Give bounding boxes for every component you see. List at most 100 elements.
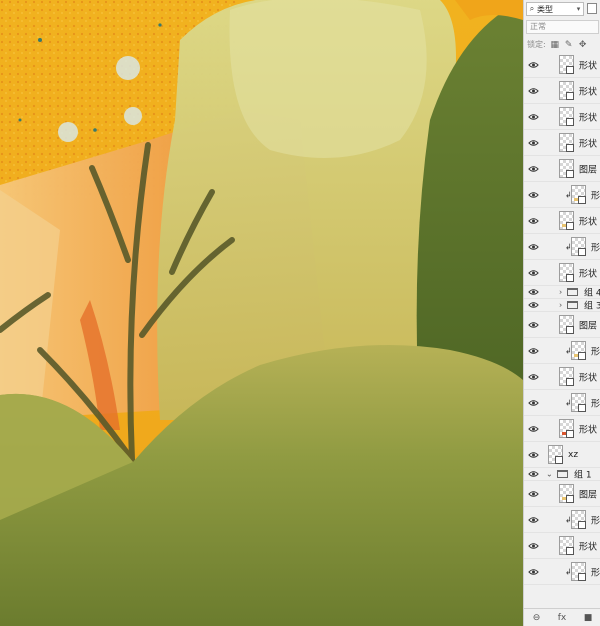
visibility-eye-icon[interactable]	[528, 165, 539, 173]
layer-name[interactable]: 形	[591, 396, 600, 409]
visibility-eye-icon[interactable]	[528, 373, 539, 381]
layer-thumbnail	[559, 211, 574, 230]
layer-name[interactable]: 形状	[579, 136, 597, 149]
layers-list[interactable]: 形状 形状 形状 形状 图层 ↲ 形形状 ↲ 形形状 › 组 4 › 组 3 图层 ↲ 形形状 ↲ 形形状 xz ⌄ 组…	[524, 52, 600, 609]
layer-mask-link-icon	[566, 170, 574, 178]
visibility-eye-icon[interactable]	[528, 451, 539, 459]
layer-row[interactable]: 形状	[524, 130, 600, 156]
layer-name[interactable]: 图层	[579, 487, 597, 500]
layer-row[interactable]: 形状	[524, 416, 600, 442]
visibility-eye-icon[interactable]	[528, 113, 539, 121]
layer-mask-link-icon	[566, 495, 574, 503]
layer-mask-link-icon	[566, 547, 574, 555]
fx-icon[interactable]: fx	[558, 613, 567, 623]
blend-mode-select[interactable]: 正常	[526, 20, 599, 34]
layer-group-row[interactable]: › 组 3	[524, 299, 600, 312]
layer-name[interactable]: 形状	[579, 539, 597, 552]
layer-row[interactable]: ↲ 形	[524, 182, 600, 208]
visibility-eye-icon[interactable]	[528, 542, 539, 550]
layer-thumbnail	[559, 159, 574, 178]
visibility-eye-icon[interactable]	[528, 139, 539, 147]
layer-name[interactable]: 形状	[579, 110, 597, 123]
visibility-eye-icon[interactable]	[528, 301, 539, 309]
layer-name[interactable]: xz	[568, 450, 578, 460]
visibility-eye-icon[interactable]	[528, 516, 539, 524]
filter-type-label: 类型	[537, 4, 553, 14]
chevron-right-icon[interactable]: ›	[559, 301, 562, 310]
layer-row[interactable]: ↲ 形	[524, 559, 600, 585]
layer-name[interactable]: 形状	[579, 214, 597, 227]
layer-thumbnail	[559, 367, 574, 386]
layer-name[interactable]: 形状	[579, 58, 597, 71]
layer-row[interactable]: 形状	[524, 78, 600, 104]
visibility-eye-icon[interactable]	[528, 61, 539, 69]
visibility-eye-icon[interactable]	[528, 425, 539, 433]
layer-name[interactable]: 形	[591, 188, 600, 201]
layer-name[interactable]: 图层	[579, 162, 597, 175]
layer-name[interactable]: 形状	[579, 266, 597, 279]
image-filter-icon[interactable]	[587, 3, 597, 14]
layer-name[interactable]: 图层	[579, 318, 597, 331]
layer-thumbnail	[571, 185, 586, 204]
layer-mask-link-icon	[578, 573, 586, 581]
mask-icon[interactable]: ■	[584, 613, 593, 623]
layer-row[interactable]: ↲ 形	[524, 507, 600, 533]
layer-mask-link-icon	[566, 118, 574, 126]
visibility-eye-icon[interactable]	[528, 568, 539, 576]
visibility-eye-icon[interactable]	[528, 217, 539, 225]
layer-mask-link-icon	[555, 456, 563, 464]
layer-row[interactable]: 形状	[524, 260, 600, 286]
layer-name[interactable]: 形状	[579, 84, 597, 97]
document-canvas[interactable]	[0, 0, 523, 626]
layer-row[interactable]: 形状	[524, 52, 600, 78]
layer-row[interactable]: 图层	[524, 156, 600, 182]
visibility-eye-icon[interactable]	[528, 321, 539, 329]
visibility-eye-icon[interactable]	[528, 399, 539, 407]
layer-name[interactable]: 组 3	[584, 299, 600, 312]
layer-thumbnail	[559, 315, 574, 334]
layer-thumbnail	[559, 484, 574, 503]
layer-name[interactable]: 形	[591, 513, 600, 526]
layer-thumbnail	[571, 562, 586, 581]
layer-name[interactable]: 形状	[579, 422, 597, 435]
layer-row[interactable]: ↲ 形	[524, 390, 600, 416]
layer-row[interactable]: 形状	[524, 364, 600, 390]
link-icon[interactable]: ⊖	[533, 613, 541, 623]
chevron-down-icon[interactable]: ⌄	[546, 470, 553, 479]
lock-transparent-pixels-icon[interactable]: ▦	[550, 40, 560, 50]
layer-filter-dropdown[interactable]: ⌕ 类型 ▾	[526, 2, 584, 16]
layer-name[interactable]: 形	[591, 240, 600, 253]
layer-name[interactable]: 形	[591, 344, 600, 357]
visibility-eye-icon[interactable]	[528, 269, 539, 277]
visibility-eye-icon[interactable]	[528, 288, 539, 296]
layer-name[interactable]: 组 4	[584, 286, 600, 299]
layer-row[interactable]: ↲ 形	[524, 338, 600, 364]
layer-group-row[interactable]: › 组 4	[524, 286, 600, 299]
layer-name[interactable]: 形状	[579, 370, 597, 383]
visibility-eye-icon[interactable]	[528, 87, 539, 95]
visibility-eye-icon[interactable]	[528, 347, 539, 355]
visibility-eye-icon[interactable]	[528, 191, 539, 199]
lock-row: 锁定: ▦ ✎ ✥	[524, 37, 600, 52]
layer-row[interactable]: 形状	[524, 533, 600, 559]
visibility-eye-icon[interactable]	[528, 490, 539, 498]
layer-thumbnail	[571, 341, 586, 360]
layer-name[interactable]: 形	[591, 565, 600, 578]
layer-row[interactable]: 形状	[524, 104, 600, 130]
layer-group-row[interactable]: ⌄ 组 1	[524, 468, 600, 481]
layer-mask-link-icon	[566, 430, 574, 438]
layer-row[interactable]: ↲ 形	[524, 234, 600, 260]
layer-row[interactable]: xz	[524, 442, 600, 468]
layer-mask-link-icon	[566, 92, 574, 100]
lock-position-icon[interactable]: ✥	[578, 40, 588, 50]
layer-mask-link-icon	[566, 222, 574, 230]
layer-name[interactable]: 组 1	[574, 468, 592, 481]
layer-row[interactable]: 图层	[524, 312, 600, 338]
visibility-eye-icon[interactable]	[528, 243, 539, 251]
layer-row[interactable]: 图层	[524, 481, 600, 507]
lock-image-pixels-icon[interactable]: ✎	[564, 40, 574, 50]
visibility-eye-icon[interactable]	[528, 470, 539, 478]
chevron-right-icon[interactable]: ›	[559, 288, 562, 297]
layer-thumbnail	[571, 237, 586, 256]
layer-row[interactable]: 形状	[524, 208, 600, 234]
